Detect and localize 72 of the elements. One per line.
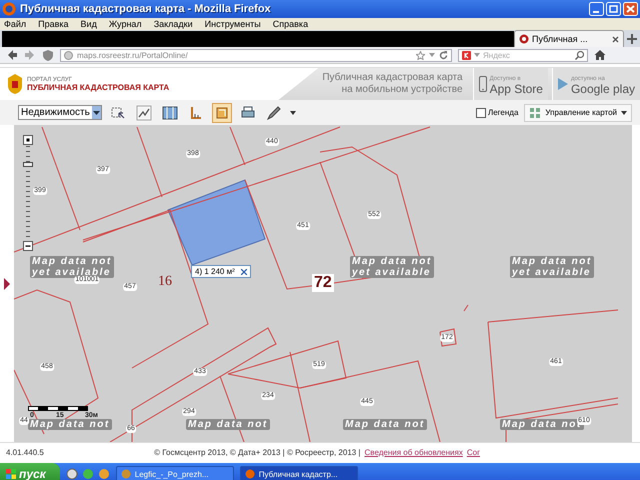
map-icon bbox=[162, 104, 178, 120]
menu-item[interactable]: Журнал bbox=[108, 18, 142, 30]
back-button[interactable] bbox=[6, 49, 18, 61]
search-icon[interactable] bbox=[575, 50, 584, 60]
version-label: 4.01.440.5 bbox=[6, 448, 45, 456]
legend-checkbox[interactable]: Легенда bbox=[476, 108, 518, 118]
layer-select[interactable]: Недвижимость bbox=[18, 105, 102, 120]
printer-icon bbox=[240, 104, 256, 120]
browser-tab[interactable]: Публичная ... bbox=[514, 30, 624, 47]
firefox-icon bbox=[519, 34, 529, 44]
close-button[interactable] bbox=[623, 2, 638, 16]
selected-parcel[interactable] bbox=[167, 179, 266, 266]
menu-item[interactable]: Закладки bbox=[154, 18, 193, 30]
area-icon bbox=[214, 104, 230, 120]
zoom-thumb[interactable] bbox=[23, 162, 33, 167]
menu-item[interactable]: Правка bbox=[38, 18, 69, 30]
map-control-dropdown[interactable]: Управление картой bbox=[524, 104, 632, 122]
area-tool-button[interactable] bbox=[212, 102, 232, 122]
menu-item[interactable]: Файл bbox=[4, 18, 26, 30]
menu-item[interactable]: Справка bbox=[272, 18, 308, 30]
disc-icon[interactable] bbox=[66, 468, 78, 480]
no-data-note: Map data not bbox=[343, 419, 427, 430]
home-button[interactable] bbox=[594, 49, 606, 61]
grid-icon bbox=[529, 106, 542, 118]
zoom-in-button[interactable] bbox=[24, 136, 32, 144]
close-icon[interactable] bbox=[240, 268, 247, 274]
no-data-note: Map data not bbox=[186, 419, 270, 430]
footer-link[interactable]: Сведения об обновлениях bbox=[364, 448, 463, 456]
menu-item[interactable]: Инструменты bbox=[204, 18, 261, 30]
no-data-note: Map data not yet available bbox=[510, 256, 594, 278]
parcel-boundary bbox=[464, 304, 468, 312]
copyright-text: © Госмсцентр 2013, © Дата+ 2013 | © Росреестр, 2013 | bbox=[154, 448, 361, 456]
search-engine-icon bbox=[462, 50, 471, 60]
cursor-icon bbox=[110, 104, 126, 120]
taskbar-task[interactable]: Legfic_-_Po_prezh... bbox=[116, 466, 234, 480]
play-icon bbox=[558, 78, 568, 90]
caret-icon bbox=[621, 110, 627, 116]
area-value: 4) 1 240 м² bbox=[195, 267, 235, 276]
app-icon bbox=[120, 469, 131, 479]
block-number: 16 bbox=[158, 274, 172, 290]
browser-icon[interactable] bbox=[98, 468, 110, 480]
site-title: ПУБЛИЧНАЯ КАДАСТРОВАЯ КАРТА bbox=[27, 82, 170, 92]
block-number: 72 bbox=[312, 274, 334, 292]
maximize-button[interactable] bbox=[606, 2, 621, 16]
firefox-icon bbox=[2, 2, 16, 16]
caret-icon[interactable] bbox=[290, 110, 296, 116]
phone-icon bbox=[478, 76, 487, 92]
app-icon bbox=[244, 469, 255, 479]
windows-logo-icon bbox=[6, 469, 16, 479]
parcel-boundary bbox=[439, 328, 457, 347]
new-tab-button[interactable] bbox=[626, 32, 638, 44]
mobile-promo-text: Публичная кадастровая карта на мобильном устройстве bbox=[322, 72, 464, 96]
shield-button[interactable] bbox=[42, 49, 54, 61]
scale-bar bbox=[28, 406, 88, 411]
globe-icon bbox=[64, 50, 73, 60]
caret-icon bbox=[92, 108, 101, 116]
reload-icon[interactable] bbox=[439, 50, 448, 60]
address-field[interactable]: maps.rosreestr.ru/PortalOnline/ bbox=[60, 48, 452, 62]
star-icon[interactable] bbox=[416, 50, 425, 60]
emblem-icon bbox=[6, 73, 24, 95]
pen-icon bbox=[266, 104, 282, 120]
path-icon bbox=[136, 104, 152, 120]
route-tool-button[interactable] bbox=[134, 102, 154, 122]
expand-arrow-button[interactable] bbox=[4, 278, 10, 290]
menu-item[interactable]: Вид bbox=[80, 18, 97, 30]
no-data-note: Map data not yet available bbox=[350, 256, 434, 278]
no-data-note: Map data not bbox=[28, 419, 112, 430]
close-icon[interactable] bbox=[612, 36, 619, 42]
footer-link[interactable]: Сог bbox=[466, 448, 480, 456]
taskbar-task[interactable]: Публичная кадастр... bbox=[240, 466, 358, 480]
minimize-button[interactable] bbox=[589, 2, 604, 16]
window-title: Публичная кадастровая карта - Mozilla Firefox bbox=[20, 3, 272, 15]
